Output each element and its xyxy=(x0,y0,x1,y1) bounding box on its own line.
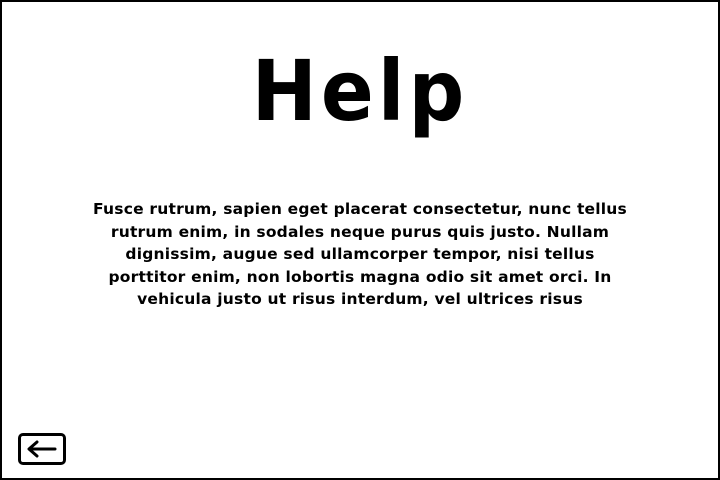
help-screen: Help Fusce rutrum, sapien eget placerat … xyxy=(0,0,720,480)
help-text: Fusce rutrum, sapien eget placerat conse… xyxy=(93,200,627,308)
arrow-left-icon xyxy=(25,440,59,458)
page-title: Help xyxy=(251,43,469,141)
back-button[interactable] xyxy=(18,433,66,465)
